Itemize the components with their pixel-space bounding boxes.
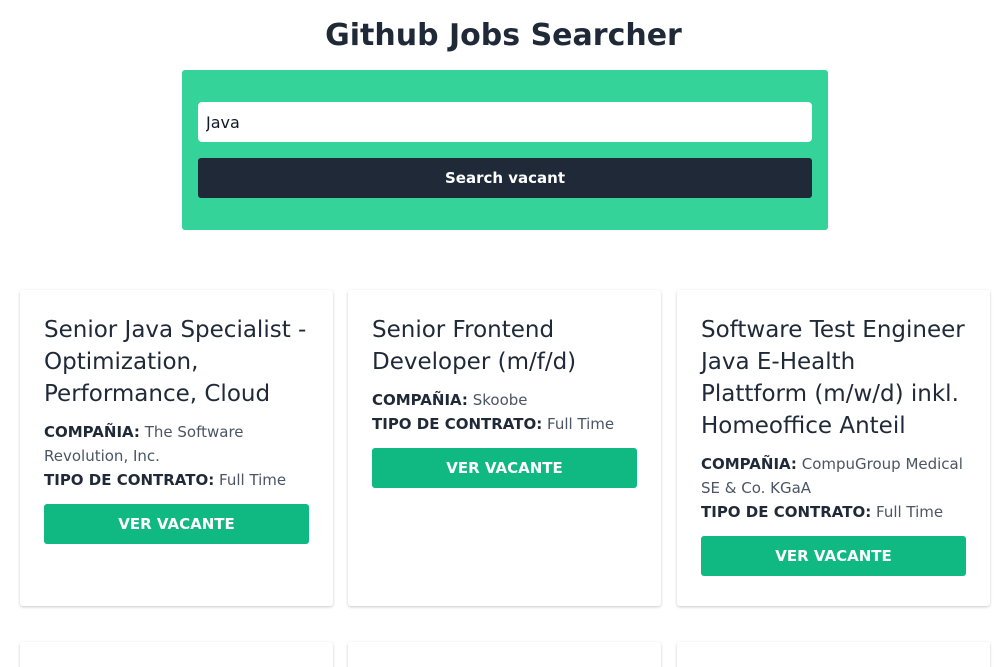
contract-value: Full Time xyxy=(547,415,615,433)
company-info: COMPAÑIA: CompuGroup Medical SE & Co. KG… xyxy=(701,452,966,500)
contract-info: TIPO DE CONTRATO: Full Time xyxy=(701,500,966,524)
view-vacancy-button[interactable]: VER VACANTE xyxy=(701,536,966,576)
job-title: Software Test Engineer Java E-Health Pla… xyxy=(701,317,965,439)
page-title: Github Jobs Searcher xyxy=(325,18,682,53)
contract-label: TIPO DE CONTRATO: xyxy=(44,471,215,489)
company-label: COMPAÑIA: xyxy=(701,455,797,473)
job-card: Senior Java Specialist - Optimization, P… xyxy=(20,290,333,606)
job-card: Senior Frontend Developer (m/f/d) COMPAÑ… xyxy=(348,290,661,606)
contract-label: TIPO DE CONTRATO: xyxy=(701,503,872,521)
contract-info: TIPO DE CONTRATO: Full Time xyxy=(44,468,309,492)
contract-info: TIPO DE CONTRATO: Full Time xyxy=(372,412,637,436)
job-title: Senior Java Specialist - Optimization, P… xyxy=(44,317,307,407)
job-title: Senior Frontend Developer (m/f/d) xyxy=(372,317,577,375)
company-info: COMPAÑIA: Skoobe xyxy=(372,388,637,412)
contract-label: TIPO DE CONTRATO: xyxy=(372,415,543,433)
view-vacancy-button[interactable]: VER VACANTE xyxy=(44,504,309,544)
company-info: COMPAÑIA: The Software Revolution, Inc. xyxy=(44,420,309,468)
search-panel: Search vacant xyxy=(182,70,828,230)
contract-value: Full Time xyxy=(219,471,287,489)
company-label: COMPAÑIA: xyxy=(44,423,140,441)
company-value: Skoobe xyxy=(472,391,528,409)
job-card-partial xyxy=(677,642,990,667)
contract-value: Full Time xyxy=(876,503,944,521)
search-vacant-button[interactable]: Search vacant xyxy=(198,158,812,198)
job-card-partial xyxy=(20,642,333,667)
search-input[interactable] xyxy=(198,102,812,142)
job-card: Software Test Engineer Java E-Health Pla… xyxy=(677,290,990,606)
company-label: COMPAÑIA: xyxy=(372,391,468,409)
view-vacancy-button[interactable]: VER VACANTE xyxy=(372,448,637,488)
job-card-partial xyxy=(348,642,661,667)
